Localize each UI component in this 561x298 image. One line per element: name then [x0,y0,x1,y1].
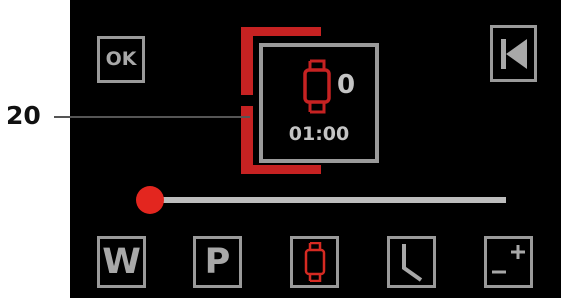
callout-number: 20 [6,101,41,130]
slider-track [150,197,506,203]
mode-button-p-label: P [204,241,231,282]
time-slider[interactable] [136,185,506,215]
time-display: 01:00 [288,123,350,145]
ok-button-label: OK [105,48,137,70]
mode-button-p[interactable]: P [193,236,242,288]
device-screen: OK 0 01:00 W P [70,0,561,298]
mode-button-timer[interactable] [290,236,339,288]
plus-minus-icon [489,240,529,284]
clock-hands-icon [399,242,425,282]
status-display: 0 01:00 [259,43,379,163]
wristwatch-icon [304,242,326,282]
callout-leader-line [54,116,250,118]
mode-button-w-label: W [102,241,141,282]
mode-button-clock[interactable] [387,236,436,288]
wristwatch-icon [302,59,332,114]
cycle-counter: 0 [337,70,356,100]
mode-button-adjust[interactable] [484,236,533,288]
slider-thumb[interactable] [136,186,164,214]
callout: 20 [0,100,250,132]
mode-button-w[interactable]: W [97,236,146,288]
timer-status: 0 01:00 [241,25,501,195]
skip-back-icon [500,38,527,69]
ok-button[interactable]: OK [97,36,145,83]
